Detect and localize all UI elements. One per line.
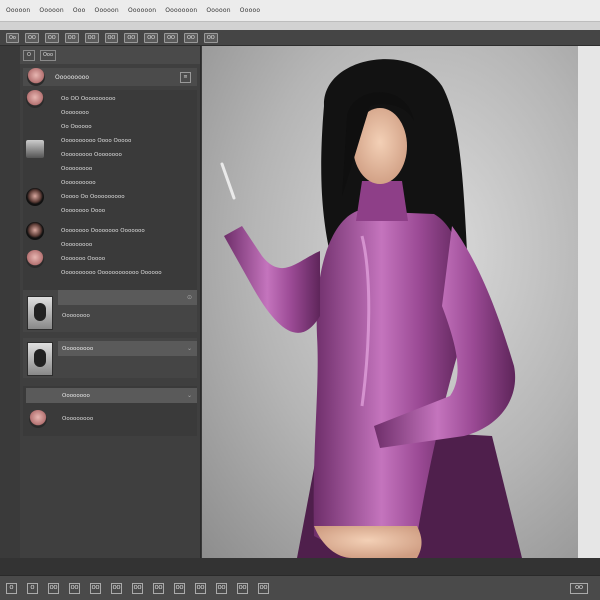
list-item-label: Oooooooo — [61, 110, 89, 116]
panel-menu-icon[interactable]: ≡ — [180, 71, 191, 83]
toolbar: Oo OO OO OO OO OO OO OO OO OO OO — [0, 30, 600, 46]
menu-item[interactable]: Ooooon — [95, 7, 119, 14]
toolbar-button[interactable]: OO — [184, 32, 198, 43]
group-thumbnail — [27, 296, 53, 330]
neck-collar — [356, 181, 408, 221]
list-item[interactable]: Oooooooooo — [23, 176, 197, 190]
bottom-button[interactable]: OO — [258, 582, 269, 594]
image-canvas[interactable] — [202, 46, 578, 558]
bottom-button[interactable]: OO — [174, 582, 185, 594]
layer-thumbnail — [29, 410, 47, 428]
toolbar-button[interactable]: OO — [144, 32, 159, 43]
panel-header-label: Ooooooooo — [55, 73, 90, 81]
toolbar-button[interactable]: Oo — [6, 32, 19, 43]
group-label: Oooooooo — [62, 392, 90, 399]
toolbar-button[interactable]: OO — [25, 32, 39, 43]
list-item[interactable]: Oooooooo Oooooooo Ooooooo — [23, 222, 197, 240]
list-item-label: Oooooooooo Oooo Ooooo — [61, 138, 132, 144]
portrait-figure — [220, 59, 522, 558]
group-bar[interactable]: Oooooooo ⌄ — [26, 388, 197, 403]
list-item[interactable]: Ooooo Oo Oooooooooo — [23, 188, 197, 206]
menu-item[interactable]: Oooooon — [128, 7, 156, 14]
bottom-button[interactable]: OO — [153, 582, 164, 594]
toolbar-button[interactable]: OO — [203, 32, 218, 43]
list-item-label: Ooooo Oo Oooooooooo — [61, 194, 125, 200]
list-item-label: Ooooooooo — [61, 242, 93, 248]
panel-tab[interactable]: O — [23, 49, 35, 61]
toolbar-button[interactable]: OO — [44, 32, 59, 43]
toolbar-button[interactable]: OO — [64, 32, 79, 43]
list-item[interactable]: Ooooooooo — [23, 238, 197, 252]
list-item[interactable]: Oooooooooo Oooo Ooooo — [23, 134, 197, 148]
toolbar-button[interactable]: OO — [124, 32, 139, 43]
list-item-label: Ooooooo Ooooo — [61, 256, 106, 262]
list-item-label: Ooooooooo — [61, 166, 93, 172]
layer-group: ⊙ Oooooooo — [23, 290, 197, 332]
toolbar-button[interactable]: OO — [164, 32, 178, 43]
menu-item[interactable]: Ooooo — [240, 7, 260, 14]
menu-item[interactable]: Ooooooon — [165, 7, 197, 14]
list-item[interactable]: Ooooooooo Oooooooo — [23, 148, 197, 162]
group-label: Oooooooo — [62, 313, 90, 319]
menu-bar: Ooooon Ooooon Ooo Ooooon Oooooon Ooooooo… — [0, 0, 600, 22]
panel-tabs: O Ooo — [20, 46, 200, 64]
group-thumbnail — [27, 342, 53, 376]
toolbar-button[interactable]: OO — [84, 32, 99, 43]
list-item-label: Oooooooooo Oooooooooooo Oooooo — [61, 270, 162, 276]
group-label: Ooooooooo — [62, 416, 94, 422]
chevron-down-icon[interactable]: ⌄ — [187, 345, 192, 352]
list-item-label: Oooooooooo — [61, 180, 96, 186]
menu-item[interactable]: Ooooon — [206, 7, 230, 14]
bottom-button[interactable]: OO — [237, 582, 248, 594]
status-bar — [0, 558, 600, 575]
bottom-button[interactable]: O — [6, 582, 17, 594]
left-arm — [224, 226, 320, 333]
layer-group: Oooooooo ⌄ Ooooooooo — [23, 386, 197, 436]
list-item[interactable]: Oooooooo Oooo — [23, 204, 197, 218]
list-item-label: Ooooooooo Oooooooo — [61, 152, 122, 158]
list-item-label: Oo OO Oooooooooo — [61, 96, 116, 102]
bottom-button[interactable]: OO — [132, 582, 143, 594]
bottom-button[interactable]: OO — [111, 582, 122, 594]
list-item-label: Oo Oooooo — [61, 124, 92, 130]
layer-group: Ooooooooo ⌄ — [23, 338, 197, 378]
bottom-toolbar: O O OO OO OO OO OO OO OO OO OO OO OO OO — [0, 575, 600, 600]
list-item-label: Oooooooo Oooooooo Ooooooo — [61, 228, 145, 234]
menu-item[interactable]: Ooo — [73, 7, 86, 14]
panel-header[interactable]: Ooooooooo ≡ — [23, 68, 197, 86]
menu-item[interactable]: Ooooon — [6, 7, 30, 14]
group-label: Ooooooooo — [62, 345, 94, 352]
chevron-down-icon[interactable]: ⌄ — [187, 392, 192, 399]
group-bar[interactable]: Ooooooooo ⌄ — [58, 341, 197, 356]
list-item[interactable]: Oo Oooooo — [23, 120, 197, 158]
bottom-button[interactable]: OO — [216, 582, 227, 594]
menu-item[interactable]: Ooooon — [39, 7, 63, 14]
bottom-button[interactable]: O — [27, 582, 38, 594]
bottom-button[interactable]: OO — [90, 582, 101, 594]
panel-tab[interactable]: Ooo — [40, 49, 57, 61]
list-item[interactable]: Oooooooooo Oooooooooooo Oooooo — [23, 266, 197, 280]
header-thumbnail — [27, 68, 45, 86]
group-bar[interactable]: ⊙ — [58, 290, 197, 305]
bottom-button[interactable]: OO — [570, 582, 588, 594]
group-options-icon[interactable]: ⊙ — [187, 294, 192, 301]
list-item[interactable]: Oo OO Oooooooooo — [23, 90, 197, 108]
title-strip — [0, 22, 600, 30]
list-item-label: Oooooooo Oooo — [61, 208, 106, 214]
bottom-button[interactable]: OO — [195, 582, 206, 594]
list-item[interactable]: Oooooooo — [23, 106, 197, 120]
bottom-button[interactable]: OO — [69, 582, 80, 594]
right-scroll-strip[interactable] — [578, 46, 600, 558]
list-item[interactable]: Ooooooooo — [23, 162, 197, 176]
list-item[interactable]: Ooooooo Ooooo — [23, 250, 197, 268]
pointer-stick — [220, 162, 236, 200]
bottom-button[interactable]: OO — [48, 582, 59, 594]
toolbar-button[interactable]: OO — [104, 32, 119, 43]
layers-panel: O Ooo Ooooooooo ≡ Oo OO Oooooooooo Ooooo… — [20, 46, 201, 558]
